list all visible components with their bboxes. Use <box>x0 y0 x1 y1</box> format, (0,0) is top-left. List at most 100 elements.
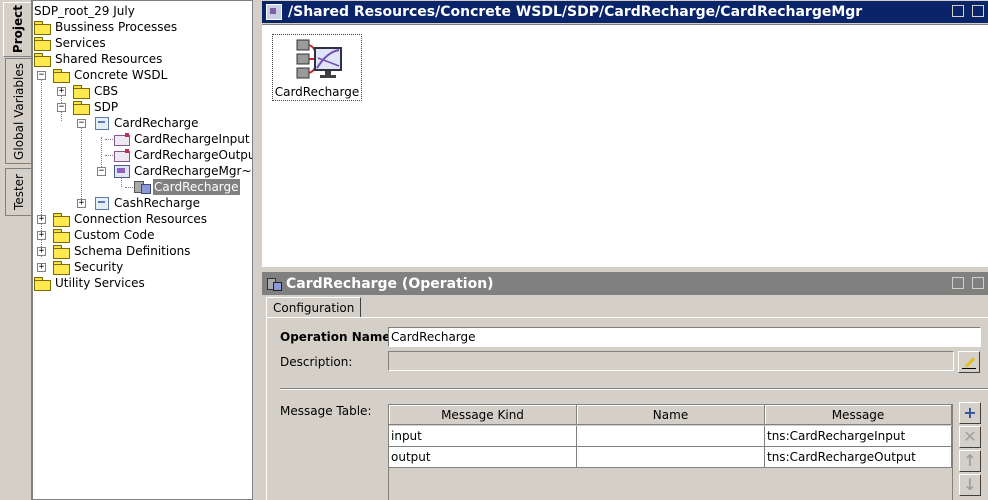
folder-icon <box>53 260 70 275</box>
tree-node-label: CardRechargeInput <box>134 132 250 146</box>
tree-node-schema-definitions[interactable]: Schema Definitions <box>53 243 191 259</box>
table-cell-name[interactable] <box>577 447 765 468</box>
restore-icon[interactable] <box>952 5 964 17</box>
tree-node-cardrechargeinput[interactable]: CardRechargeInput <box>113 131 251 147</box>
operation-node-label: CardRecharge <box>274 85 360 99</box>
tree-node-services[interactable]: Services <box>34 35 107 51</box>
table-cell-name[interactable] <box>577 426 765 447</box>
tree-node-label: CardRecharge <box>153 179 240 195</box>
tree-node-label: Shared Resources <box>55 52 163 66</box>
folder-open-icon <box>73 100 90 115</box>
design-pane-title-bar: /Shared Resources/Concrete WSDL/SDP/Card… <box>262 1 988 23</box>
tree-node-security[interactable]: Security <box>53 259 124 275</box>
move-up-button[interactable]: ↑ <box>959 450 981 472</box>
tree-node-label: Bussiness Processes <box>55 20 178 34</box>
tree-node-label: CardRecharge <box>114 116 199 130</box>
vertical-splitter[interactable] <box>253 0 261 500</box>
expand-toggle[interactable]: + <box>37 231 46 240</box>
tab-project-label: Project <box>10 5 25 54</box>
tree-node-label: CBS <box>94 84 119 98</box>
operation-icon <box>267 277 282 291</box>
tree-node-root[interactable]: SDP_root_29 July <box>33 3 136 19</box>
folder-icon <box>34 36 51 51</box>
tab-global-variables-label: Global Variables <box>11 62 26 160</box>
design-canvas[interactable] <box>262 24 988 267</box>
collapse-toggle[interactable]: − <box>77 119 86 128</box>
operation-large-icon <box>296 39 342 79</box>
tab-configuration-label: Configuration <box>273 301 355 315</box>
tree-node-bussiness-processes[interactable]: Bussiness Processes <box>34 19 178 35</box>
expand-toggle[interactable]: + <box>57 87 66 96</box>
column-header-message[interactable]: Message <box>765 405 952 425</box>
operation-icon <box>133 180 151 194</box>
tree-node-utility-services[interactable]: Utility Services <box>34 275 146 291</box>
tree-node-label: Concrete WSDL <box>74 68 168 82</box>
collapse-toggle[interactable]: − <box>57 103 66 112</box>
minimize-icon[interactable] <box>972 277 984 289</box>
tree-node-cardrechargeoutput[interactable]: CardRechargeOutput <box>113 147 253 163</box>
tree-node-label: Custom Code <box>74 228 155 242</box>
message-table: Message Kind Name Message input tns:Card… <box>388 404 953 500</box>
table-cell-kind[interactable]: output <box>389 447 577 468</box>
tree-node-shared-resources[interactable]: Shared Resources <box>34 51 163 67</box>
folder-icon <box>53 228 70 243</box>
tab-configuration[interactable]: Configuration <box>266 297 362 318</box>
expand-toggle[interactable]: + <box>77 199 86 208</box>
tree-node-cardrechargemgr[interactable]: CardRechargeMgr~ <box>113 163 252 179</box>
expand-toggle[interactable]: + <box>37 215 46 224</box>
wsdl-icon <box>93 116 111 130</box>
tree-node-label: SDP_root_29 July <box>34 4 135 18</box>
folder-open-icon <box>34 52 51 67</box>
tree-node-custom-code[interactable]: Custom Code <box>53 227 156 243</box>
tree-node-sdp[interactable]: SDP <box>73 99 119 115</box>
tree-line <box>81 121 82 201</box>
move-down-button[interactable]: ↓ <box>959 474 981 496</box>
tree-node-concrete-wsdl[interactable]: Concrete WSDL <box>53 67 168 83</box>
table-cell-message[interactable]: tns:CardRechargeOutput <box>765 447 952 468</box>
operation-name-field[interactable]: CardRecharge <box>388 327 981 347</box>
description-field[interactable] <box>388 351 954 371</box>
description-label: Description: <box>280 355 353 369</box>
folder-open-icon <box>53 68 70 83</box>
edit-description-button[interactable] <box>958 351 980 373</box>
collapse-toggle[interactable]: − <box>97 167 106 176</box>
expand-toggle[interactable]: + <box>37 247 46 256</box>
tree-node-cardrecharge-wsdl[interactable]: CardRecharge <box>93 115 200 131</box>
tab-project[interactable]: Project <box>3 2 31 57</box>
tab-global-variables[interactable]: Global Variables <box>5 58 31 164</box>
table-cell-kind[interactable]: input <box>389 426 577 447</box>
tree-node-label: Connection Resources <box>74 212 207 226</box>
folder-icon <box>34 276 51 291</box>
side-tab-strip: Project Global Variables Tester <box>0 0 32 500</box>
maximize-icon[interactable] <box>972 5 984 17</box>
operation-node[interactable]: CardRecharge <box>272 34 362 101</box>
tree-line <box>125 187 133 188</box>
tree-node-label: Utility Services <box>55 276 145 290</box>
operation-name-label: Operation Name: <box>280 330 396 344</box>
collapse-toggle[interactable]: − <box>37 71 46 80</box>
port-type-icon <box>113 164 131 178</box>
message-icon <box>113 148 131 162</box>
tree-node-label: Schema Definitions <box>74 244 191 258</box>
column-header-message-kind[interactable]: Message Kind <box>389 405 577 425</box>
tree-node-connection-resources[interactable]: Connection Resources <box>53 211 208 227</box>
tree-node-label: CardRechargeMgr~ <box>134 164 252 178</box>
tree-node-label: CardRechargeOutput <box>134 148 253 162</box>
tree-node-label: SDP <box>94 100 119 114</box>
expand-toggle[interactable]: + <box>37 263 46 272</box>
tree-node-cardrecharge-operation[interactable]: CardRecharge <box>133 179 240 195</box>
table-cell-message[interactable]: tns:CardRechargeInput <box>765 426 952 447</box>
config-pane-title-bar: CardRecharge (Operation) <box>262 272 988 295</box>
folder-icon <box>53 244 70 259</box>
restore-icon[interactable] <box>952 277 964 289</box>
project-tree: SDP_root_29 July Bussiness Processes Ser… <box>32 0 253 500</box>
tree-node-cbs[interactable]: CBS <box>73 83 119 99</box>
divider <box>280 388 988 390</box>
tree-node-label: Security <box>74 260 124 274</box>
tab-tester-label: Tester <box>11 174 26 210</box>
delete-row-button[interactable]: ✕ <box>959 426 981 448</box>
tab-tester[interactable]: Tester <box>5 168 31 216</box>
add-row-button[interactable]: + <box>959 402 981 424</box>
column-header-name[interactable]: Name <box>577 405 765 425</box>
tree-node-cashrecharge[interactable]: CashRecharge <box>93 195 201 211</box>
